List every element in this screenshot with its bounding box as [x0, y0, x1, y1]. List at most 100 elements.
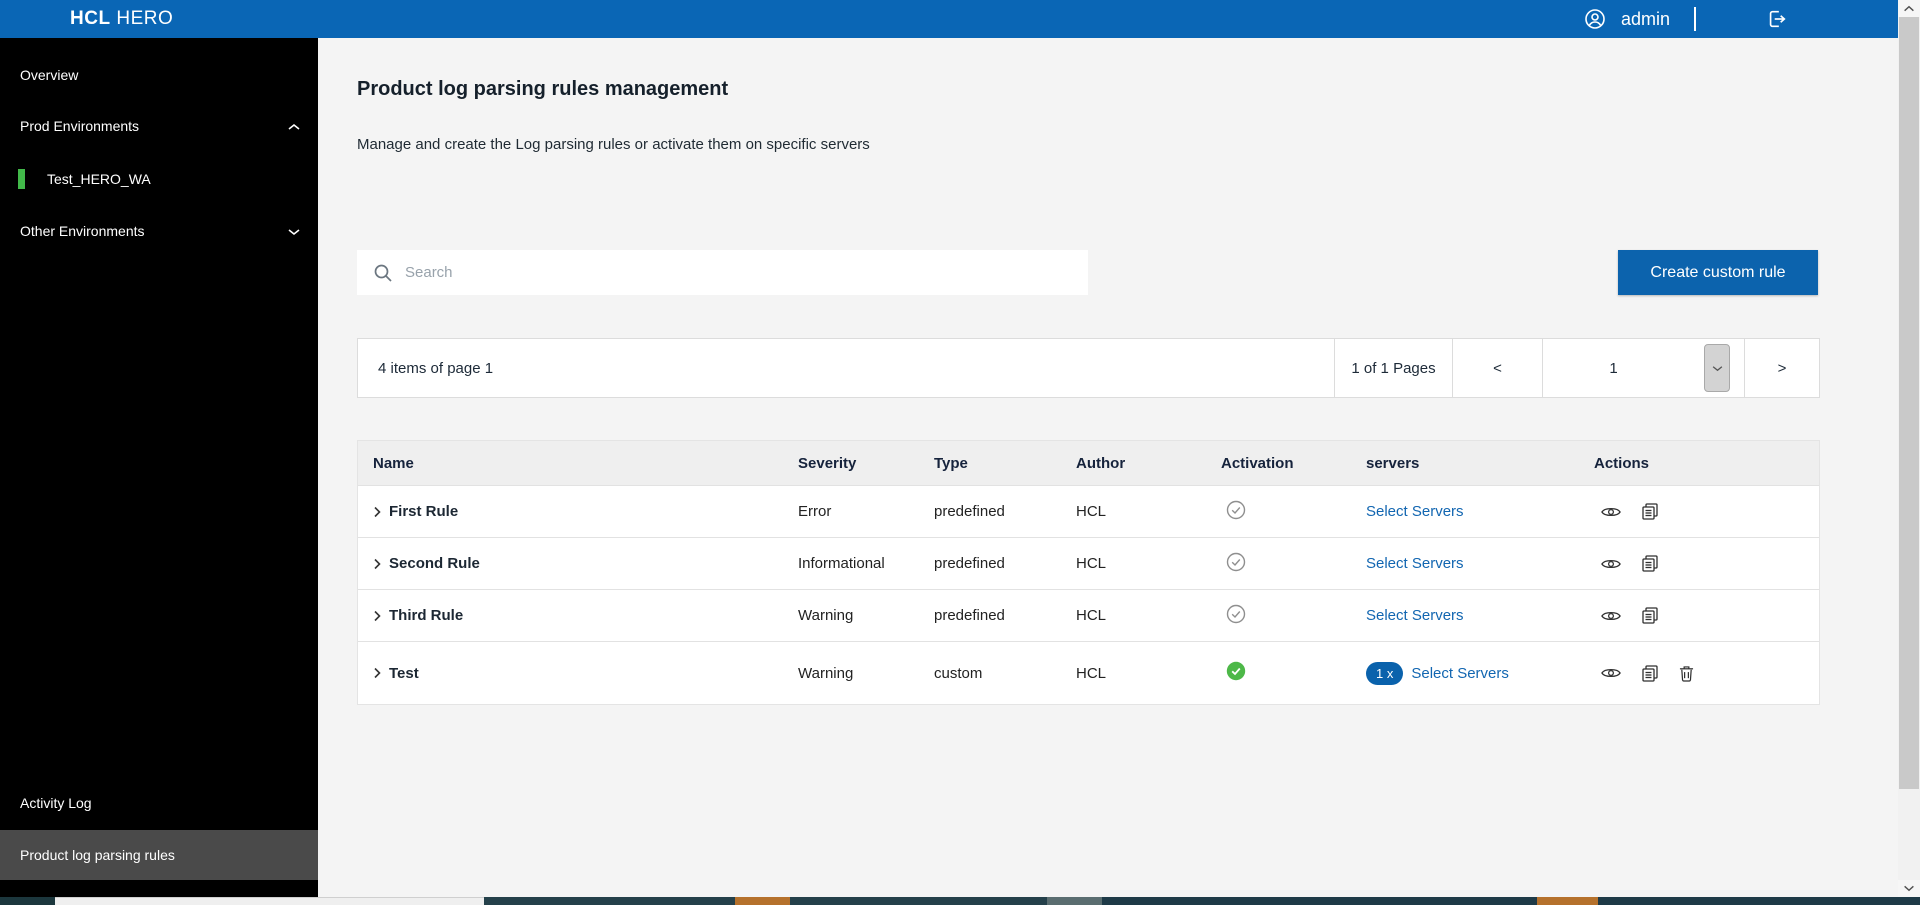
- check-circle-outline-icon: [1221, 500, 1366, 524]
- eye-icon[interactable]: [1601, 505, 1621, 519]
- column-header-severity: Severity: [798, 455, 934, 472]
- table-row: Third Rule Warning predefined HCL Select…: [358, 589, 1819, 641]
- logout-icon[interactable]: [1766, 8, 1788, 30]
- rule-name-cell[interactable]: Second Rule: [358, 555, 798, 572]
- column-header-type: Type: [934, 455, 1076, 472]
- sidebar-nav: Overview Prod Environments Test_HERO_WA …: [0, 38, 318, 897]
- edge-segment: [790, 897, 1047, 905]
- eye-icon[interactable]: [1601, 557, 1621, 571]
- trash-icon[interactable]: [1679, 665, 1694, 682]
- user-divider: [1694, 7, 1696, 31]
- table-row: First Rule Error predefined HCL Select S…: [358, 485, 1819, 537]
- copy-icon[interactable]: [1642, 503, 1658, 520]
- server-count-badge: 1 x: [1366, 662, 1403, 685]
- rule-name-cell[interactable]: First Rule: [358, 503, 798, 520]
- severity-cell: Informational: [798, 555, 934, 572]
- rule-name-label: Third Rule: [389, 607, 463, 624]
- sidebar-item-label: Other Environments: [20, 223, 145, 239]
- author-cell: HCL: [1076, 555, 1221, 572]
- copy-icon[interactable]: [1642, 607, 1658, 624]
- page-select[interactable]: 1: [1542, 339, 1744, 397]
- environment-status-bar: [18, 169, 25, 189]
- chevron-right-icon[interactable]: [373, 558, 381, 570]
- scrollbar-thumb[interactable]: [1899, 17, 1919, 789]
- create-custom-rule-button[interactable]: Create custom rule: [1618, 250, 1818, 295]
- sidebar-item-label: Prod Environments: [20, 118, 139, 134]
- sidebar-item-label: Product log parsing rules: [20, 847, 175, 863]
- check-circle-outline-icon: [1221, 552, 1366, 576]
- background-window-edge: [0, 897, 1920, 905]
- logo-hero: HERO: [116, 8, 173, 29]
- top-header-bar: HCL HERO admin: [0, 0, 1898, 38]
- eye-icon[interactable]: [1601, 666, 1621, 680]
- actions-cell: [1594, 555, 1819, 572]
- select-servers-link[interactable]: Select Servers: [1366, 607, 1464, 624]
- chevron-right-icon[interactable]: [373, 506, 381, 518]
- search-icon: [373, 263, 393, 283]
- sidebar-item-prod-environments[interactable]: Prod Environments: [0, 109, 318, 143]
- sidebar-item-label: Activity Log: [20, 795, 92, 811]
- sidebar-item-test-hero-wa[interactable]: Test_HERO_WA: [0, 162, 318, 196]
- severity-cell: Error: [798, 503, 934, 520]
- user-area: admin: [1583, 0, 1788, 38]
- page-subtitle: Manage and create the Log parsing rules …: [357, 136, 870, 153]
- edge-segment: [1537, 897, 1598, 905]
- sidebar-item-other-environments[interactable]: Other Environments: [0, 214, 318, 248]
- sidebar-item-product-log-parsing-rules[interactable]: Product log parsing rules: [0, 830, 318, 880]
- pages-count-label: 1 of 1 Pages: [1334, 339, 1452, 397]
- type-cell: predefined: [934, 607, 1076, 624]
- pagination-bar: 4 items of page 1 1 of 1 Pages < 1 >: [357, 338, 1820, 398]
- table-row: Test Warning custom HCL 1 x Select Serve…: [358, 641, 1819, 704]
- search-box: [357, 250, 1088, 295]
- table-row: Second Rule Informational predefined HCL…: [358, 537, 1819, 589]
- eye-icon[interactable]: [1601, 609, 1621, 623]
- sidebar-item-label: Test_HERO_WA: [47, 171, 151, 187]
- scrollbar-down-arrow-icon[interactable]: [1898, 880, 1920, 897]
- sidebar-item-label: Overview: [20, 67, 78, 83]
- vertical-scrollbar[interactable]: [1898, 0, 1920, 897]
- select-dropdown-arrow-icon[interactable]: [1704, 344, 1730, 392]
- username-label: admin: [1621, 9, 1670, 30]
- edge-segment: [55, 897, 484, 905]
- severity-cell: Warning: [798, 607, 934, 624]
- scrollbar-up-arrow-icon[interactable]: [1898, 0, 1920, 17]
- rules-table: Name Severity Type Author Activation ser…: [357, 440, 1820, 705]
- rule-name-label: First Rule: [389, 503, 458, 520]
- search-input[interactable]: [405, 250, 1088, 295]
- copy-icon[interactable]: [1642, 665, 1658, 682]
- author-cell: HCL: [1076, 607, 1221, 624]
- sidebar-item-overview[interactable]: Overview: [0, 58, 318, 92]
- table-header-row: Name Severity Type Author Activation ser…: [358, 441, 1819, 485]
- column-header-actions: Actions: [1594, 455, 1819, 472]
- previous-page-button[interactable]: <: [1452, 339, 1542, 397]
- type-cell: custom: [934, 665, 1076, 682]
- severity-cell: Warning: [798, 665, 934, 682]
- page-select-value: 1: [1543, 360, 1684, 377]
- edge-segment: [0, 897, 55, 905]
- app-logo: HCL HERO: [70, 8, 173, 30]
- edge-segment: [1102, 897, 1537, 905]
- author-cell: HCL: [1076, 665, 1221, 682]
- column-header-activation: Activation: [1221, 455, 1366, 472]
- copy-icon[interactable]: [1642, 555, 1658, 572]
- sidebar-item-activity-log[interactable]: Activity Log: [0, 786, 318, 820]
- chevron-right-icon[interactable]: [373, 610, 381, 622]
- column-header-name: Name: [358, 455, 798, 472]
- column-header-author: Author: [1076, 455, 1221, 472]
- person-circle-icon[interactable]: [1583, 7, 1607, 31]
- actions-cell: [1594, 665, 1819, 682]
- select-servers-link[interactable]: Select Servers: [1366, 503, 1464, 520]
- select-servers-link[interactable]: Select Servers: [1411, 665, 1509, 682]
- rule-name-cell[interactable]: Test: [358, 665, 798, 682]
- select-servers-link[interactable]: Select Servers: [1366, 555, 1464, 572]
- items-count-label: 4 items of page 1: [358, 339, 1334, 397]
- column-header-servers: servers: [1366, 455, 1594, 472]
- next-page-button[interactable]: >: [1744, 339, 1819, 397]
- chevron-up-icon: [288, 118, 300, 134]
- actions-cell: [1594, 503, 1819, 520]
- page-title: Product log parsing rules management: [357, 78, 728, 101]
- rule-name-cell[interactable]: Third Rule: [358, 607, 798, 624]
- chevron-right-icon[interactable]: [373, 667, 381, 679]
- logo-hcl: HCL: [70, 8, 111, 29]
- chevron-down-icon: [288, 223, 300, 239]
